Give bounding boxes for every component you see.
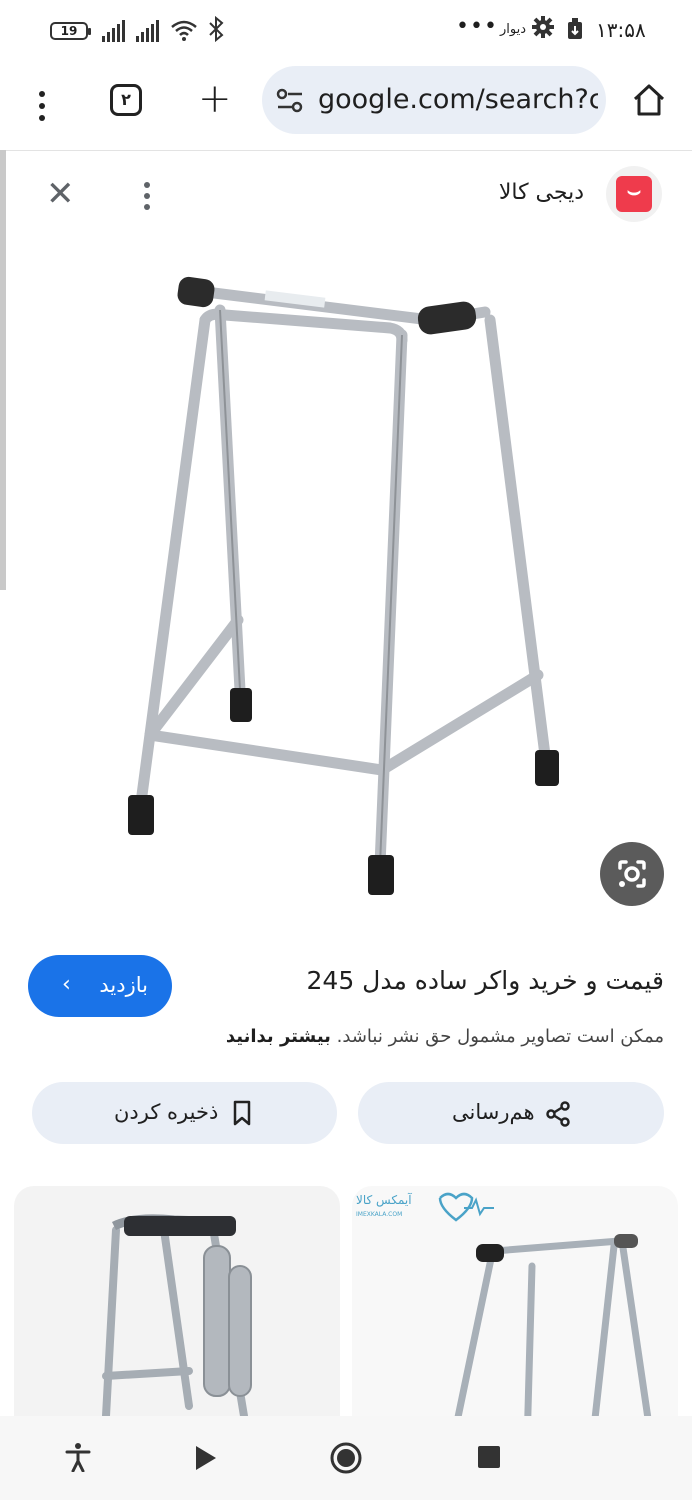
bluetooth-icon xyxy=(208,15,224,48)
address-bar[interactable]: google.com/search?c xyxy=(262,66,606,134)
notification-dots: ••• xyxy=(456,14,498,39)
related-image-left[interactable] xyxy=(14,1186,340,1446)
system-nav-bar xyxy=(0,1416,692,1500)
source-logo[interactable]: ⌣ xyxy=(606,166,662,222)
share-label: هم‌رسانی xyxy=(452,1100,535,1124)
lens-search-button[interactable] xyxy=(600,842,664,906)
chevron-left-icon: ‹ xyxy=(62,972,71,997)
save-button[interactable]: ذخیره کردن xyxy=(32,1082,337,1144)
bookmark-icon xyxy=(232,1100,252,1126)
right-logo-sub: IMEXKALA.COM xyxy=(356,1211,402,1218)
url-text[interactable]: google.com/search?c xyxy=(318,84,598,115)
related-image-right[interactable]: آیمکس کالا IMEXKALA.COM xyxy=(352,1186,678,1446)
home-icon[interactable] xyxy=(632,82,666,118)
browser-toolbar: ۲ + google.com/search?c xyxy=(0,62,692,151)
share-button[interactable]: هم‌رسانی xyxy=(358,1082,664,1144)
lens-icon xyxy=(618,860,646,888)
wifi-icon xyxy=(170,18,198,48)
clock: ۱۳:۵۸ xyxy=(596,18,646,42)
result-title[interactable]: قیمت و خرید واکر ساده مدل 245 xyxy=(190,966,664,995)
new-tab-plus-icon[interactable]: + xyxy=(198,78,232,120)
more-options-icon[interactable] xyxy=(140,178,154,214)
recents-square-icon[interactable] xyxy=(478,1446,500,1468)
visit-button-label: بازدید xyxy=(99,973,148,997)
download-icon xyxy=(567,18,583,40)
site-settings-icon[interactable] xyxy=(276,88,304,114)
copyright-notice: ممکن است تصاویر مشمول حق نشر نباشد. بیشت… xyxy=(150,1026,664,1047)
status-bar: 19 ••• دیوار ۱۳:۵۸ xyxy=(0,0,692,62)
visit-button[interactable]: ‹ بازدید xyxy=(28,955,172,1017)
accessibility-icon[interactable] xyxy=(64,1442,92,1473)
gear-icon xyxy=(532,16,554,44)
save-label: ذخیره کردن xyxy=(114,1100,219,1124)
product-image[interactable] xyxy=(90,250,600,930)
share-icon xyxy=(544,1100,572,1128)
signal-icon xyxy=(102,20,130,42)
back-triangle-icon[interactable] xyxy=(194,1444,218,1472)
copyright-text: ممکن است تصاویر مشمول حق نشر نباشد. xyxy=(336,1026,664,1047)
battery-level: 19 xyxy=(60,24,78,38)
source-name[interactable]: دیجی کالا xyxy=(480,180,584,205)
scroll-indicator[interactable] xyxy=(0,150,6,590)
digikala-logo-icon: ⌣ xyxy=(616,176,652,212)
battery-icon: 19 xyxy=(50,22,91,40)
right-logo-text: آیمکس کالا xyxy=(356,1192,412,1208)
tab-count: ۲ xyxy=(121,90,131,109)
signal-icon-2 xyxy=(136,20,164,42)
close-icon[interactable]: ✕ xyxy=(46,176,75,212)
divar-notification: دیوار xyxy=(500,22,527,37)
learn-more-link[interactable]: بیشتر بدانید xyxy=(226,1026,331,1047)
home-circle-icon[interactable] xyxy=(330,1442,362,1474)
menu-icon[interactable] xyxy=(30,83,54,129)
tab-switcher-button[interactable]: ۲ xyxy=(110,84,142,116)
